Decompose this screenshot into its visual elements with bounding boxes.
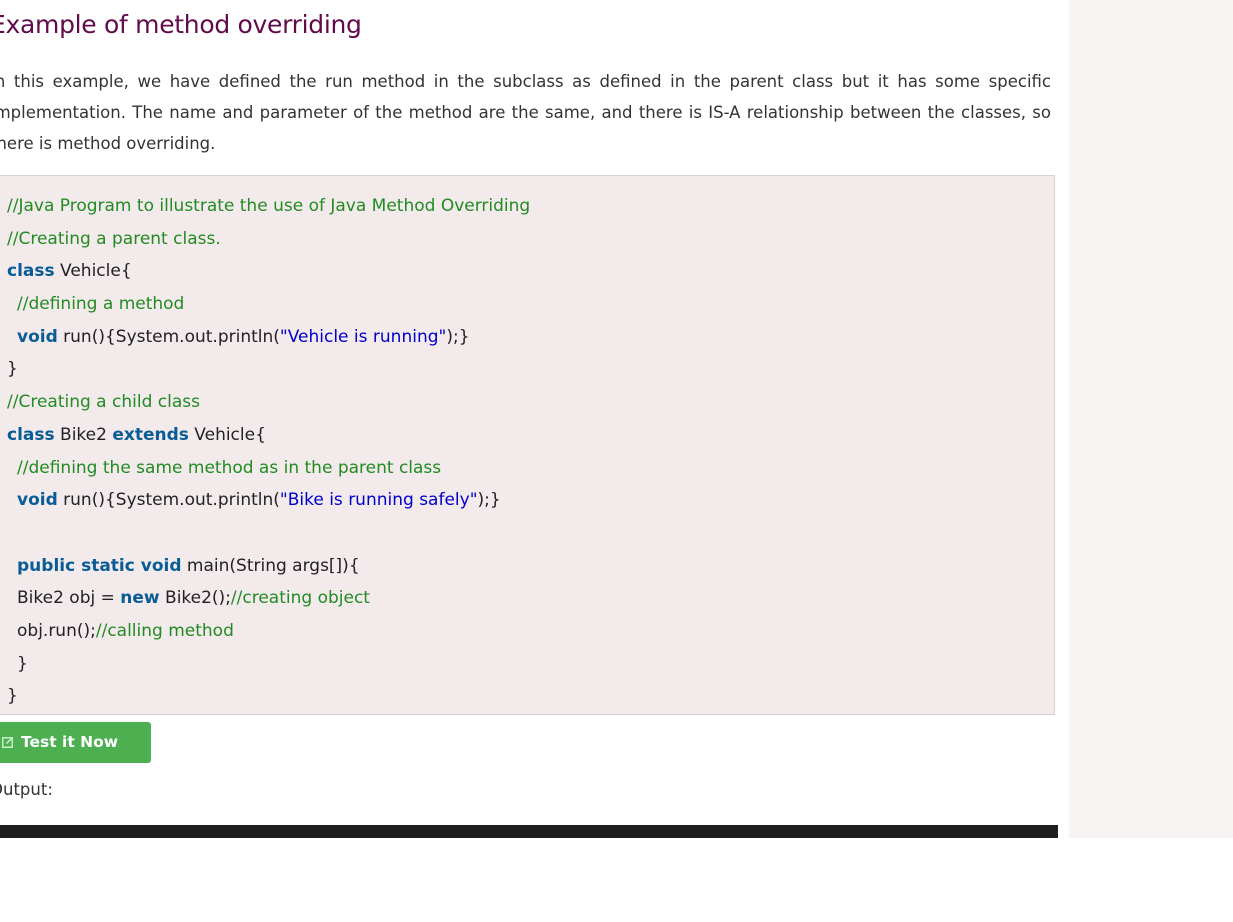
code-comment: //calling method [95,620,234,641]
right-sidebar [1069,0,1233,838]
code-block[interactable]: //Java Program to illustrate the use of … [0,175,1055,715]
test-it-now-button[interactable]: Test it Now [0,722,151,763]
code-line: Bike2 obj = new Bike2();//creating objec… [7,582,1054,615]
output-console [0,825,1058,838]
code-comment: //Java Program to illustrate the use of … [7,196,531,216]
output-label: Output: [0,780,53,799]
code-text: } [17,653,28,674]
code-line: //Creating a parent class. [7,223,1054,256]
code-comment: //creating object [230,588,370,609]
code-keyword: void [17,326,58,347]
code-comment: //defining the same method as in the par… [17,457,442,478]
code-keyword: public static void [17,555,182,576]
code-text: );} [477,490,501,511]
code-line: void run(){System.out.println("Bike is r… [7,484,1054,517]
code-keyword: class [7,424,55,445]
code-line: obj.run();//calling method [7,615,1054,648]
code-keyword: extends [112,424,189,445]
code-line: class Vehicle{ [7,255,1054,288]
code-text: );} [446,326,470,347]
code-text: run(){System.out.println( [57,326,280,347]
code-text: run(){System.out.println( [57,490,280,511]
code-line: //defining a method [7,288,1054,321]
code-text: Bike2(); [159,588,231,609]
code-line: //Creating a child class [7,386,1054,419]
section-heading: Example of method overriding [0,10,362,39]
code-text: main(String args[]){ [181,555,360,576]
code-comment: //defining a method [17,294,185,315]
edit-icon [2,736,14,748]
code-text: } [7,359,18,380]
code-line: //Java Program to illustrate the use of … [7,190,1054,223]
code-line: //defining the same method as in the par… [7,452,1054,485]
intro-paragraph: In this example, we have defined the run… [0,72,1051,153]
code-comment: //Creating a child class [7,392,200,413]
code-string: "Bike is running safely" [279,490,478,511]
code-keyword: class [7,261,55,282]
code-text: obj.run(); [17,620,96,641]
code-line: } [7,353,1054,386]
code-text: Vehicle{ [188,424,266,445]
code-comment: //Creating a parent class. [7,228,221,249]
code-line: } [7,680,1054,713]
code-line: void run(){System.out.println("Vehicle i… [7,321,1054,354]
code-text: Bike2 [54,424,113,445]
code-keyword: void [17,490,58,511]
code-text: } [7,686,18,707]
test-it-now-label: Test it Now [21,733,119,751]
code-text: Bike2 obj = [17,588,121,609]
code-text: Vehicle{ [54,261,132,282]
code-keyword: new [120,588,160,609]
code-line: public static void main(String args[]){ [7,550,1054,583]
code-line: class Bike2 extends Vehicle{ [7,419,1054,452]
code-string: "Vehicle is running" [279,326,447,347]
code-line: } [7,648,1054,681]
